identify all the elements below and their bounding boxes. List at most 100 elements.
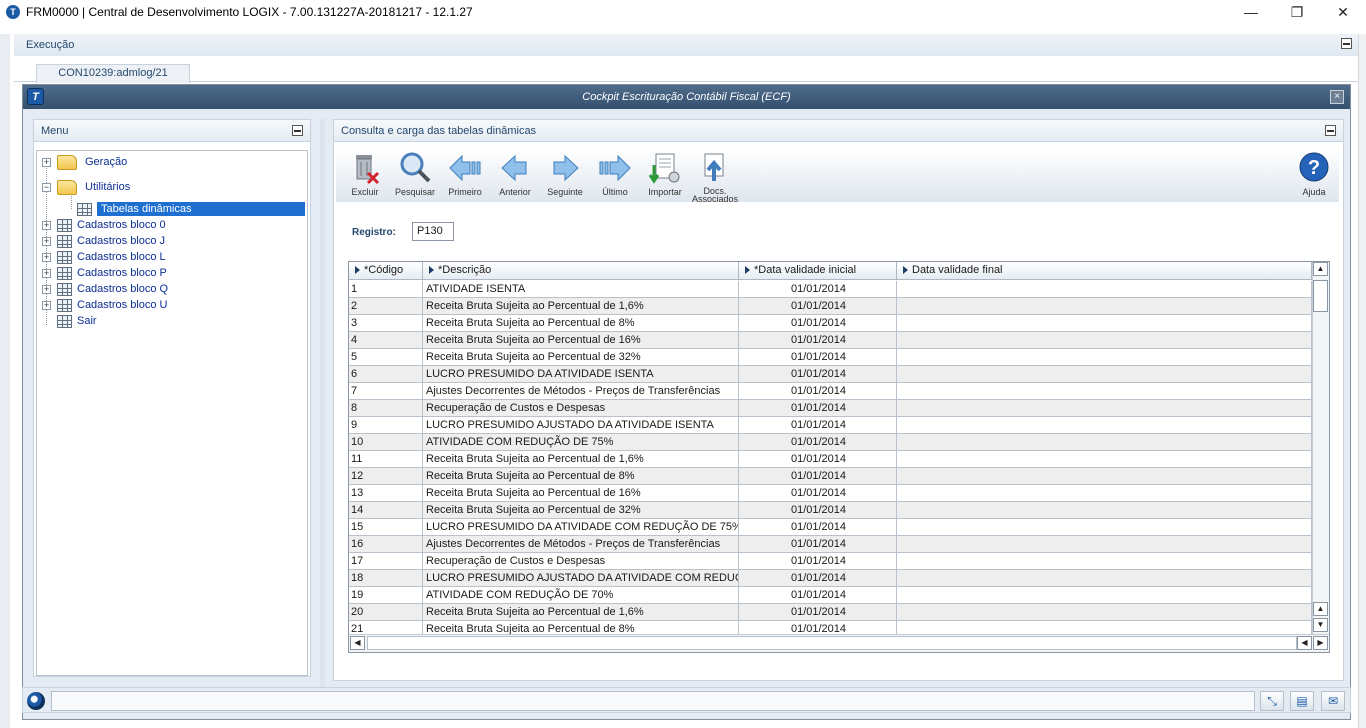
table-row[interactable]: 16 Ajustes Decorrentes de Métodos - Preço… (349, 536, 1312, 553)
expand-icon[interactable]: + (42, 252, 51, 262)
horizontal-scrollbar[interactable]: ◀ ◀ ▶ (349, 634, 1329, 652)
table-row[interactable]: 5 Receita Bruta Sujeita ao Percentual de … (349, 349, 1312, 366)
tree-item-cadastros-bloco-l[interactable]: + Cadastros bloco L (42, 249, 166, 265)
cell-data-inicial[interactable]: 01/01/2014 (739, 315, 897, 331)
cell-codigo[interactable]: 19 (349, 587, 423, 603)
maximize-button[interactable]: ❐ (1274, 0, 1320, 24)
expand-icon[interactable]: + (42, 236, 51, 246)
cell-data-inicial[interactable]: 01/01/2014 (739, 451, 897, 467)
scroll-thumb[interactable] (1313, 280, 1328, 312)
column-header-data-inicial[interactable]: *Data validade inicial (739, 262, 897, 280)
cell-codigo[interactable]: 15 (349, 519, 423, 535)
cell-data-inicial[interactable]: 01/01/2014 (739, 485, 897, 501)
cell-data-inicial[interactable]: 01/01/2014 (739, 604, 897, 620)
scroll-right-icon[interactable]: ▶ (1313, 636, 1328, 650)
cell-data-inicial[interactable]: 01/01/2014 (739, 502, 897, 518)
primeiro-button[interactable]: Primeiro (440, 151, 490, 199)
cell-data-final[interactable] (897, 417, 1312, 433)
minimize-button[interactable]: — (1228, 0, 1274, 24)
cell-codigo[interactable]: 16 (349, 536, 423, 552)
table-row[interactable]: 20 Receita Bruta Sujeita ao Percentual de… (349, 604, 1312, 621)
cell-data-final[interactable] (897, 298, 1312, 314)
scroll-down-icon[interactable]: ▼ (1313, 618, 1328, 632)
table-row[interactable]: 8 Recuperação de Custos e Despesas 01/01/2… (349, 400, 1312, 417)
cell-descricao[interactable]: Receita Bruta Sujeita ao Percentual de 1… (423, 604, 739, 620)
cell-descricao[interactable]: LUCRO PRESUMIDO DA ATIVIDADE COM REDUÇÃO… (423, 519, 739, 535)
cell-descricao[interactable]: Receita Bruta Sujeita ao Percentual de 1… (423, 332, 739, 348)
cell-data-inicial[interactable]: 01/01/2014 (739, 553, 897, 569)
ultimo-button[interactable]: Último (590, 151, 640, 199)
cell-codigo[interactable]: 11 (349, 451, 423, 467)
cell-data-final[interactable] (897, 604, 1312, 620)
table-row[interactable]: 1 ATIVIDADE ISENTA 01/01/2014 (349, 281, 1312, 298)
menu-minimize-icon[interactable] (292, 125, 303, 136)
cell-codigo[interactable]: 2 (349, 298, 423, 314)
table-row[interactable]: 17 Recuperação de Custos e Despesas 01/01/… (349, 553, 1312, 570)
cell-descricao[interactable]: Receita Bruta Sujeita ao Percentual de 8… (423, 315, 739, 331)
cell-data-final[interactable] (897, 332, 1312, 348)
cell-descricao[interactable]: LUCRO PRESUMIDO AJUSTADO DA ATIVIDADE IS… (423, 417, 739, 433)
print-icon[interactable]: ▤ (1290, 691, 1314, 711)
cell-descricao[interactable]: Recuperação de Custos e Despesas (423, 553, 739, 569)
anterior-button[interactable]: Anterior (490, 151, 540, 199)
cell-data-final[interactable] (897, 383, 1312, 399)
cell-codigo[interactable]: 12 (349, 468, 423, 484)
cell-data-final[interactable] (897, 366, 1312, 382)
cell-data-final[interactable] (897, 587, 1312, 603)
cell-data-final[interactable] (897, 536, 1312, 552)
cell-codigo[interactable]: 17 (349, 553, 423, 569)
scroll-up-icon[interactable]: ▲ (1313, 262, 1328, 276)
cell-codigo[interactable]: 13 (349, 485, 423, 501)
cell-descricao[interactable]: Receita Bruta Sujeita ao Percentual de 8… (423, 468, 739, 484)
expand-icon[interactable]: + (42, 157, 51, 167)
tree-item-cadastros-bloco-q[interactable]: + Cadastros bloco Q (42, 281, 168, 297)
importar-button[interactable]: Importar (640, 151, 690, 199)
cell-data-inicial[interactable]: 01/01/2014 (739, 519, 897, 535)
cell-codigo[interactable]: 10 (349, 434, 423, 450)
scroll-right-small-icon[interactable]: ◀ (1297, 636, 1312, 650)
cell-descricao[interactable]: Ajustes Decorrentes de Métodos - Preços … (423, 383, 739, 399)
cell-data-inicial[interactable]: 01/01/2014 (739, 468, 897, 484)
scroll-thumb-horizontal[interactable] (367, 636, 1297, 650)
cell-codigo[interactable]: 1 (349, 281, 423, 297)
panel-splitter[interactable] (319, 119, 327, 701)
tree-item-geracao[interactable]: + Geração (42, 154, 127, 170)
close-button[interactable]: ✕ (1320, 0, 1366, 24)
cell-data-final[interactable] (897, 349, 1312, 365)
tree-item-utilitarios[interactable]: − Utilitários (42, 179, 130, 195)
expand-icon[interactable]: + (42, 220, 51, 230)
cell-data-inicial[interactable]: 01/01/2014 (739, 383, 897, 399)
cell-codigo[interactable]: 14 (349, 502, 423, 518)
cell-descricao[interactable]: ATIVIDADE ISENTA (423, 281, 739, 297)
cell-descricao[interactable]: Receita Bruta Sujeita ao Percentual de 1… (423, 485, 739, 501)
cell-data-inicial[interactable]: 01/01/2014 (739, 332, 897, 348)
cell-codigo[interactable]: 20 (349, 604, 423, 620)
table-row[interactable]: 3 Receita Bruta Sujeita ao Percentual de … (349, 315, 1312, 332)
cell-codigo[interactable]: 18 (349, 570, 423, 586)
docs-associados-button[interactable]: Docs. Associados (690, 151, 740, 204)
scroll-left-icon[interactable]: ◀ (350, 636, 365, 650)
app-close-button[interactable]: × (1330, 90, 1344, 104)
shortcut-icon[interactable]: ⤡ (1260, 691, 1284, 711)
excluir-button[interactable]: Excluir (340, 151, 390, 199)
globe-icon[interactable] (27, 692, 45, 710)
cell-codigo[interactable]: 5 (349, 349, 423, 365)
cell-data-final[interactable] (897, 451, 1312, 467)
pesquisar-button[interactable]: Pesquisar (390, 151, 440, 199)
left-collapse-strip[interactable] (0, 34, 10, 728)
cell-data-final[interactable] (897, 502, 1312, 518)
cell-data-final[interactable] (897, 468, 1312, 484)
cell-data-final[interactable] (897, 281, 1312, 297)
tree-item-sair[interactable]: Sair (57, 313, 97, 329)
cell-codigo[interactable]: 4 (349, 332, 423, 348)
table-row[interactable]: 11 Receita Bruta Sujeita ao Percentual de… (349, 451, 1312, 468)
table-row[interactable]: 14 Receita Bruta Sujeita ao Percentual de… (349, 502, 1312, 519)
cell-data-inicial[interactable]: 01/01/2014 (739, 400, 897, 416)
table-row[interactable]: 15 LUCRO PRESUMIDO DA ATIVIDADE COM REDUÇ… (349, 519, 1312, 536)
cell-descricao[interactable]: LUCRO PRESUMIDO AJUSTADO DA ATIVIDADE CO… (423, 570, 739, 586)
outer-scrollbar[interactable] (1358, 34, 1366, 728)
cell-data-final[interactable] (897, 570, 1312, 586)
table-row[interactable]: 7 Ajustes Decorrentes de Métodos - Preços… (349, 383, 1312, 400)
scroll-up-small-icon[interactable]: ▲ (1313, 602, 1328, 616)
cell-data-final[interactable] (897, 553, 1312, 569)
